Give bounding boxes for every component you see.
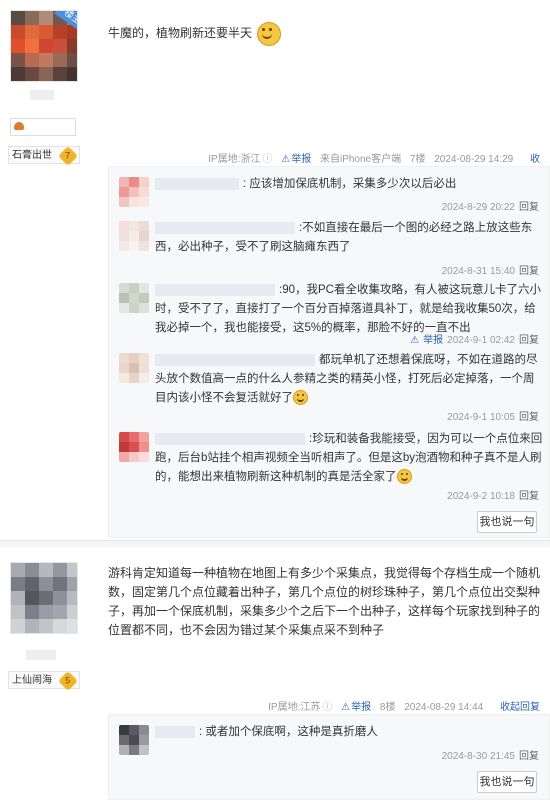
avatar[interactable]: 楼主 bbox=[10, 10, 78, 82]
user-level-badge[interactable]: 石膏出世 7 bbox=[8, 146, 80, 166]
post-content: 游科肯定知道每一种植物在地图上有多少个采集点，我觉得每个存档生成一个随机数，固定… bbox=[108, 564, 540, 640]
list-item: :珍玩和装备我能接受，因为可以一个点位来回跑，后台b站挂个相声视频全当听相声了。… bbox=[119, 430, 544, 487]
ip-location: IP属地:浙江 bbox=[208, 154, 261, 165]
post-floor-7: 楼主 石膏出世 7 牛魔的，植物刷新还要半天 IP属地:浙江 ⓘ ⚠举报 来自iP… bbox=[0, 0, 550, 540]
say-something-button[interactable]: 我也说一句 bbox=[477, 511, 537, 533]
user-icon-row bbox=[10, 118, 76, 136]
reply-meta: 2024-9-2 10:18 回复 bbox=[443, 487, 539, 502]
post-content: 牛魔的，植物刷新还要半天 bbox=[108, 22, 540, 46]
floor-number: 7楼 bbox=[409, 154, 426, 165]
level-name: 上仙闹海 bbox=[12, 675, 52, 686]
reply-report-link[interactable]: ⚠ 举报 bbox=[410, 335, 443, 346]
reply-meta: 2024-8-30 21:45 回复 bbox=[438, 747, 539, 762]
reply-text: 或者加个保底啊，这种是真折磨人 bbox=[205, 726, 378, 738]
smile-emoji-icon bbox=[257, 22, 282, 46]
level-icon: 7 bbox=[58, 146, 78, 166]
reply-meta: 2024-8-29 20:22 回复 bbox=[438, 198, 539, 213]
reply-button[interactable]: 回复 bbox=[519, 202, 539, 213]
ip-location: IP属地:江苏 bbox=[268, 702, 321, 713]
list-item: :不如直接在最后一个图的必经之路上放这些东西，必出种子，受不了刷这脑瘫东西了 bbox=[119, 219, 544, 257]
reply-time: 2024-8-29 20:22 bbox=[441, 202, 515, 213]
smile-emoji-icon bbox=[293, 390, 308, 406]
post-time: 2024-08-29 14:44 bbox=[404, 702, 484, 713]
reply-time: 2024-9-2 10:18 bbox=[447, 491, 515, 502]
reply-button[interactable]: 回复 bbox=[519, 491, 539, 502]
reply-button[interactable]: 回复 bbox=[519, 751, 539, 762]
username-blurred[interactable] bbox=[26, 650, 56, 660]
list-item: : 应该增加保底机制，采集多少次以后必出 bbox=[119, 175, 544, 207]
reply-list: : 或者加个保底啊，这种是真折磨人 2024-8-30 21:45 回复 我也说一… bbox=[108, 714, 550, 800]
reply-time: 2024-8-31 15:40 bbox=[441, 266, 515, 277]
reply-meta: ⚠ 举报 2024-9-1 02:42 回复 bbox=[406, 331, 539, 346]
user-badge-icon bbox=[14, 122, 24, 130]
list-item: :90，我PC看全收集攻略，有人被这玩意儿卡了六小时，受不了了，直接打了一个百分… bbox=[119, 281, 544, 338]
reply-list: : 应该增加保底机制，采集多少次以后必出 2024-8-29 20:22 回复 :… bbox=[108, 166, 550, 538]
say-something-button[interactable]: 我也说一句 bbox=[477, 771, 537, 793]
avatar[interactable] bbox=[10, 562, 78, 634]
level-icon: 5 bbox=[58, 671, 78, 691]
reply-text: 应该增加保底机制，采集多少次以后必出 bbox=[249, 178, 457, 190]
reply-avatar[interactable] bbox=[119, 353, 149, 383]
info-icon: ⓘ bbox=[262, 154, 273, 165]
level-name: 石膏出世 bbox=[12, 150, 52, 161]
post-time: 2024-08-29 14:29 bbox=[434, 154, 514, 165]
floor-number: 8楼 bbox=[379, 702, 396, 713]
report-link[interactable]: ⚠举报 bbox=[281, 154, 311, 165]
post-text: 牛魔的，植物刷新还要半天 bbox=[108, 26, 253, 41]
reply-avatar[interactable] bbox=[119, 177, 149, 207]
reply-time: 2024-9-1 10:05 bbox=[447, 412, 515, 423]
user-level-badge[interactable]: 上仙闹海 5 bbox=[8, 671, 80, 691]
post-floor-8: 上仙闹海 5 游科肯定知道每一种植物在地图上有多少个采集点，我觉得每个存档生成一… bbox=[0, 546, 550, 803]
report-link[interactable]: ⚠举报 bbox=[341, 702, 371, 713]
reply-button[interactable]: 回复 bbox=[519, 412, 539, 423]
username-blurred[interactable] bbox=[30, 90, 54, 100]
reply-button[interactable]: 回复 bbox=[519, 335, 539, 346]
list-item: 都玩单机了还想着保底呀，不如在道路的尽头放个数值高一点的什么人参精之类的精英小怪… bbox=[119, 351, 544, 408]
reply-avatar[interactable] bbox=[119, 283, 149, 313]
post-source: 来自iPhone客户端 bbox=[319, 154, 402, 165]
reply-meta: 2024-8-31 15:40 回复 bbox=[438, 262, 539, 277]
collapse-replies-link[interactable]: 收起回复 bbox=[500, 702, 540, 713]
list-item: : 或者加个保底啊，这种是真折磨人 bbox=[119, 723, 544, 755]
reply-avatar[interactable] bbox=[119, 725, 149, 755]
post-tail: IP属地:浙江 ⓘ ⚠举报 来自iPhone客户端 7楼 2024-08-29 1… bbox=[200, 150, 540, 180]
post-tail: IP属地:江苏 ⓘ ⚠举报 8楼 2024-08-29 14:44 收起回复 bbox=[200, 698, 540, 713]
post-text: 游科肯定知道每一种植物在地图上有多少个采集点，我觉得每个存档生成一个随机数，固定… bbox=[108, 566, 541, 637]
reply-avatar[interactable] bbox=[119, 221, 149, 251]
reply-button[interactable]: 回复 bbox=[519, 266, 539, 277]
info-icon: ⓘ bbox=[322, 702, 333, 713]
reply-time: 2024-9-1 02:42 bbox=[447, 335, 515, 346]
reply-avatar[interactable] bbox=[119, 432, 149, 462]
smile-emoji-icon bbox=[396, 469, 412, 485]
reply-meta: 2024-9-1 10:05 回复 bbox=[443, 408, 539, 423]
reply-time: 2024-8-30 21:45 bbox=[441, 751, 515, 762]
